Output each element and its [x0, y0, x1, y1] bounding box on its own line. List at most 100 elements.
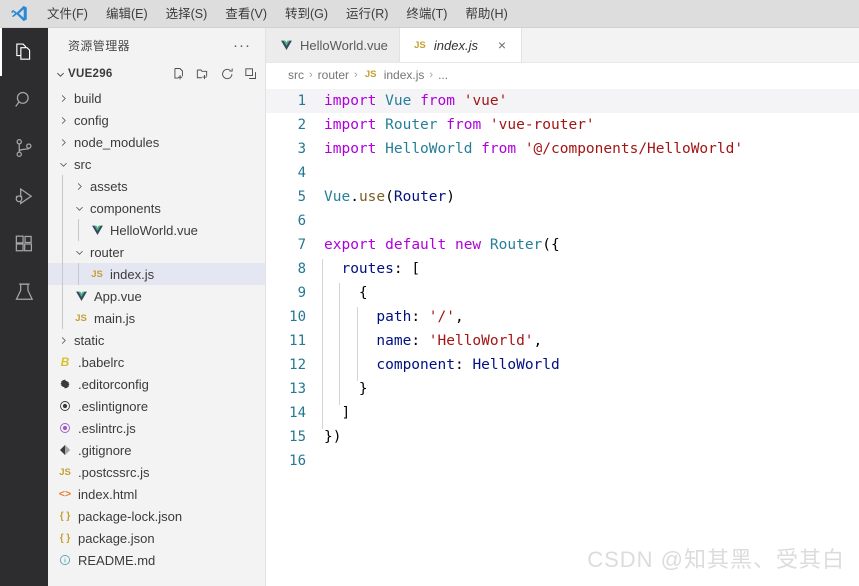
collapse-all-icon[interactable]	[244, 67, 259, 82]
tree-item-label: .babelrc	[78, 354, 125, 370]
code-token: (	[385, 189, 394, 205]
tree-item-label: index.html	[78, 486, 138, 502]
code-line: 1 import Vue from 'vue'	[266, 89, 859, 113]
tree-item-router[interactable]: router	[48, 241, 265, 263]
tree-item-helloworld-vue[interactable]: HelloWorld.vue	[48, 219, 265, 241]
code-token: name	[376, 333, 412, 349]
breadcrumb[interactable]: src › router › JS index.js ›...	[266, 63, 859, 86]
activitybar-source-control-icon[interactable]	[0, 124, 48, 172]
tree-item-build[interactable]: build	[48, 87, 265, 109]
line-number: 12	[289, 357, 306, 373]
tree-item--eslintrc-js[interactable]: .eslintrc.js	[48, 417, 265, 439]
line-number: 11	[289, 333, 306, 349]
tree-item-label: main.js	[94, 310, 136, 326]
tree-item-src[interactable]: src	[48, 153, 265, 175]
new-file-icon[interactable]	[172, 67, 187, 82]
menu-item-2[interactable]: 选择(S)	[157, 3, 217, 25]
tree-item-config[interactable]: config	[48, 109, 265, 131]
breadcrumb-item[interactable]: ...	[438, 68, 448, 82]
tree-item-label: README.md	[78, 552, 156, 568]
chevron-down-icon[interactable]	[72, 203, 86, 214]
tree-item-label: components	[90, 200, 161, 216]
tree-item-label: node_modules	[74, 134, 160, 150]
tree-item--gitignore[interactable]: .gitignore	[48, 439, 265, 461]
tab-close-icon[interactable]: ×	[494, 38, 510, 52]
tree-item-index-js[interactable]: JS index.js	[48, 263, 265, 285]
chevron-down-icon[interactable]	[72, 247, 86, 258]
tree-item-label: .gitignore	[78, 442, 132, 458]
sidebar-more-actions-icon[interactable]: ···	[227, 38, 257, 53]
tree-item-components[interactable]: components	[48, 197, 265, 219]
menu-bar: 文件(F) 编辑(E) 选择(S) 查看(V) 转到(G) 运行(R) 终端(T) 帮助(H)	[0, 0, 859, 28]
activitybar-extensions-icon[interactable]	[0, 220, 48, 268]
tree-indent-guide	[62, 219, 63, 241]
line-content: routes: [	[322, 259, 420, 285]
tree-indent-guide	[78, 219, 79, 241]
tree-item-package-json[interactable]: { } package.json	[48, 527, 265, 549]
breadcrumb-item[interactable]: src	[288, 68, 304, 82]
JS-file-icon: JS	[364, 69, 377, 80]
line-content: }	[322, 379, 368, 405]
chevron-right-icon[interactable]	[56, 115, 70, 126]
menu-item-6[interactable]: 终端(T)	[397, 3, 456, 25]
code-editor[interactable]: 1 import Vue from 'vue' 2 import Router fro…	[266, 86, 859, 586]
project-name-label: VUE296	[68, 68, 113, 80]
breadcrumb-item[interactable]: index.js	[384, 68, 425, 82]
tree-item--eslintignore[interactable]: .eslintignore	[48, 395, 265, 417]
chevron-right-icon[interactable]	[56, 335, 70, 346]
code-token: Router	[393, 189, 447, 205]
sidebar-explorer: 资源管理器 ··· VUE296 build config node_modul…	[48, 28, 266, 586]
menu-item-0[interactable]: 文件(F)	[38, 3, 97, 25]
gear-file-icon	[56, 378, 74, 390]
activitybar-explorer-icon[interactable]	[0, 28, 48, 76]
watermark-text: CSDN @知其黑、受其白	[587, 547, 845, 572]
tree-item-package-lock-json[interactable]: { } package-lock.json	[48, 505, 265, 527]
menu-item-7[interactable]: 帮助(H)	[456, 3, 516, 25]
breadcrumb-separator-icon: ›	[429, 68, 434, 81]
activitybar-run-debug-icon[interactable]	[0, 172, 48, 220]
json-file-icon: { }	[59, 532, 71, 544]
tree-item-label: HelloWorld.vue	[110, 222, 198, 238]
menu-item-4[interactable]: 转到(G)	[276, 3, 337, 25]
line-number: 5	[297, 189, 306, 205]
tree-item--editorconfig[interactable]: .editorconfig	[48, 373, 265, 395]
code-line: 13 }	[266, 377, 859, 405]
line-number: 9	[297, 285, 306, 301]
tree-item-label: assets	[90, 178, 128, 194]
file-tree[interactable]: build config node_modulessrc assets componen…	[48, 85, 265, 586]
tree-item-index-html[interactable]: <> index.html	[48, 483, 265, 505]
new-folder-icon[interactable]	[196, 67, 211, 82]
activitybar-search-icon[interactable]	[0, 76, 48, 124]
chevron-right-icon[interactable]	[56, 93, 70, 104]
tree-indent-guide	[78, 263, 79, 285]
chevron-right-icon[interactable]	[56, 137, 70, 148]
tree-item-main-js[interactable]: JS main.js	[48, 307, 265, 329]
breadcrumb-item[interactable]: router	[318, 68, 349, 82]
line-content: component: HelloWorld	[322, 355, 560, 381]
menu-item-1[interactable]: 编辑(E)	[97, 3, 157, 25]
tree-item-label: package-lock.json	[78, 508, 183, 524]
editor-tab-helloworld-vue[interactable]: HelloWorld.vue	[266, 28, 400, 62]
tree-item-static[interactable]: static	[48, 329, 265, 351]
code-line: 15})	[266, 425, 859, 449]
chevron-down-icon[interactable]	[56, 159, 70, 170]
tree-item-app-vue[interactable]: App.vue	[48, 285, 265, 307]
menu-item-3[interactable]: 查看(V)	[216, 3, 276, 25]
tree-item-node-modules[interactable]: node_modules	[48, 131, 265, 153]
activitybar-testing-icon[interactable]	[0, 268, 48, 316]
menu-item-5[interactable]: 运行(R)	[337, 3, 397, 25]
tree-item-assets[interactable]: assets	[48, 175, 265, 197]
editor-tab-index-js[interactable]: JS index.js ×	[399, 28, 522, 62]
tree-item--postcssrc-js[interactable]: JS .postcssrc.js	[48, 461, 265, 483]
refresh-icon[interactable]	[220, 67, 235, 82]
tree-item-readme-md[interactable]: README.md	[48, 549, 265, 571]
code-token: ]	[324, 405, 351, 421]
tree-indent-guide	[62, 263, 63, 285]
line-number: 3	[297, 141, 306, 157]
tab-label: index.js	[433, 37, 478, 53]
chevron-right-icon[interactable]	[72, 181, 86, 192]
tree-indent-guide	[62, 241, 63, 263]
explorer-project-section[interactable]: VUE296	[48, 63, 265, 85]
tree-item--babelrc[interactable]: B .babelrc	[48, 351, 265, 373]
